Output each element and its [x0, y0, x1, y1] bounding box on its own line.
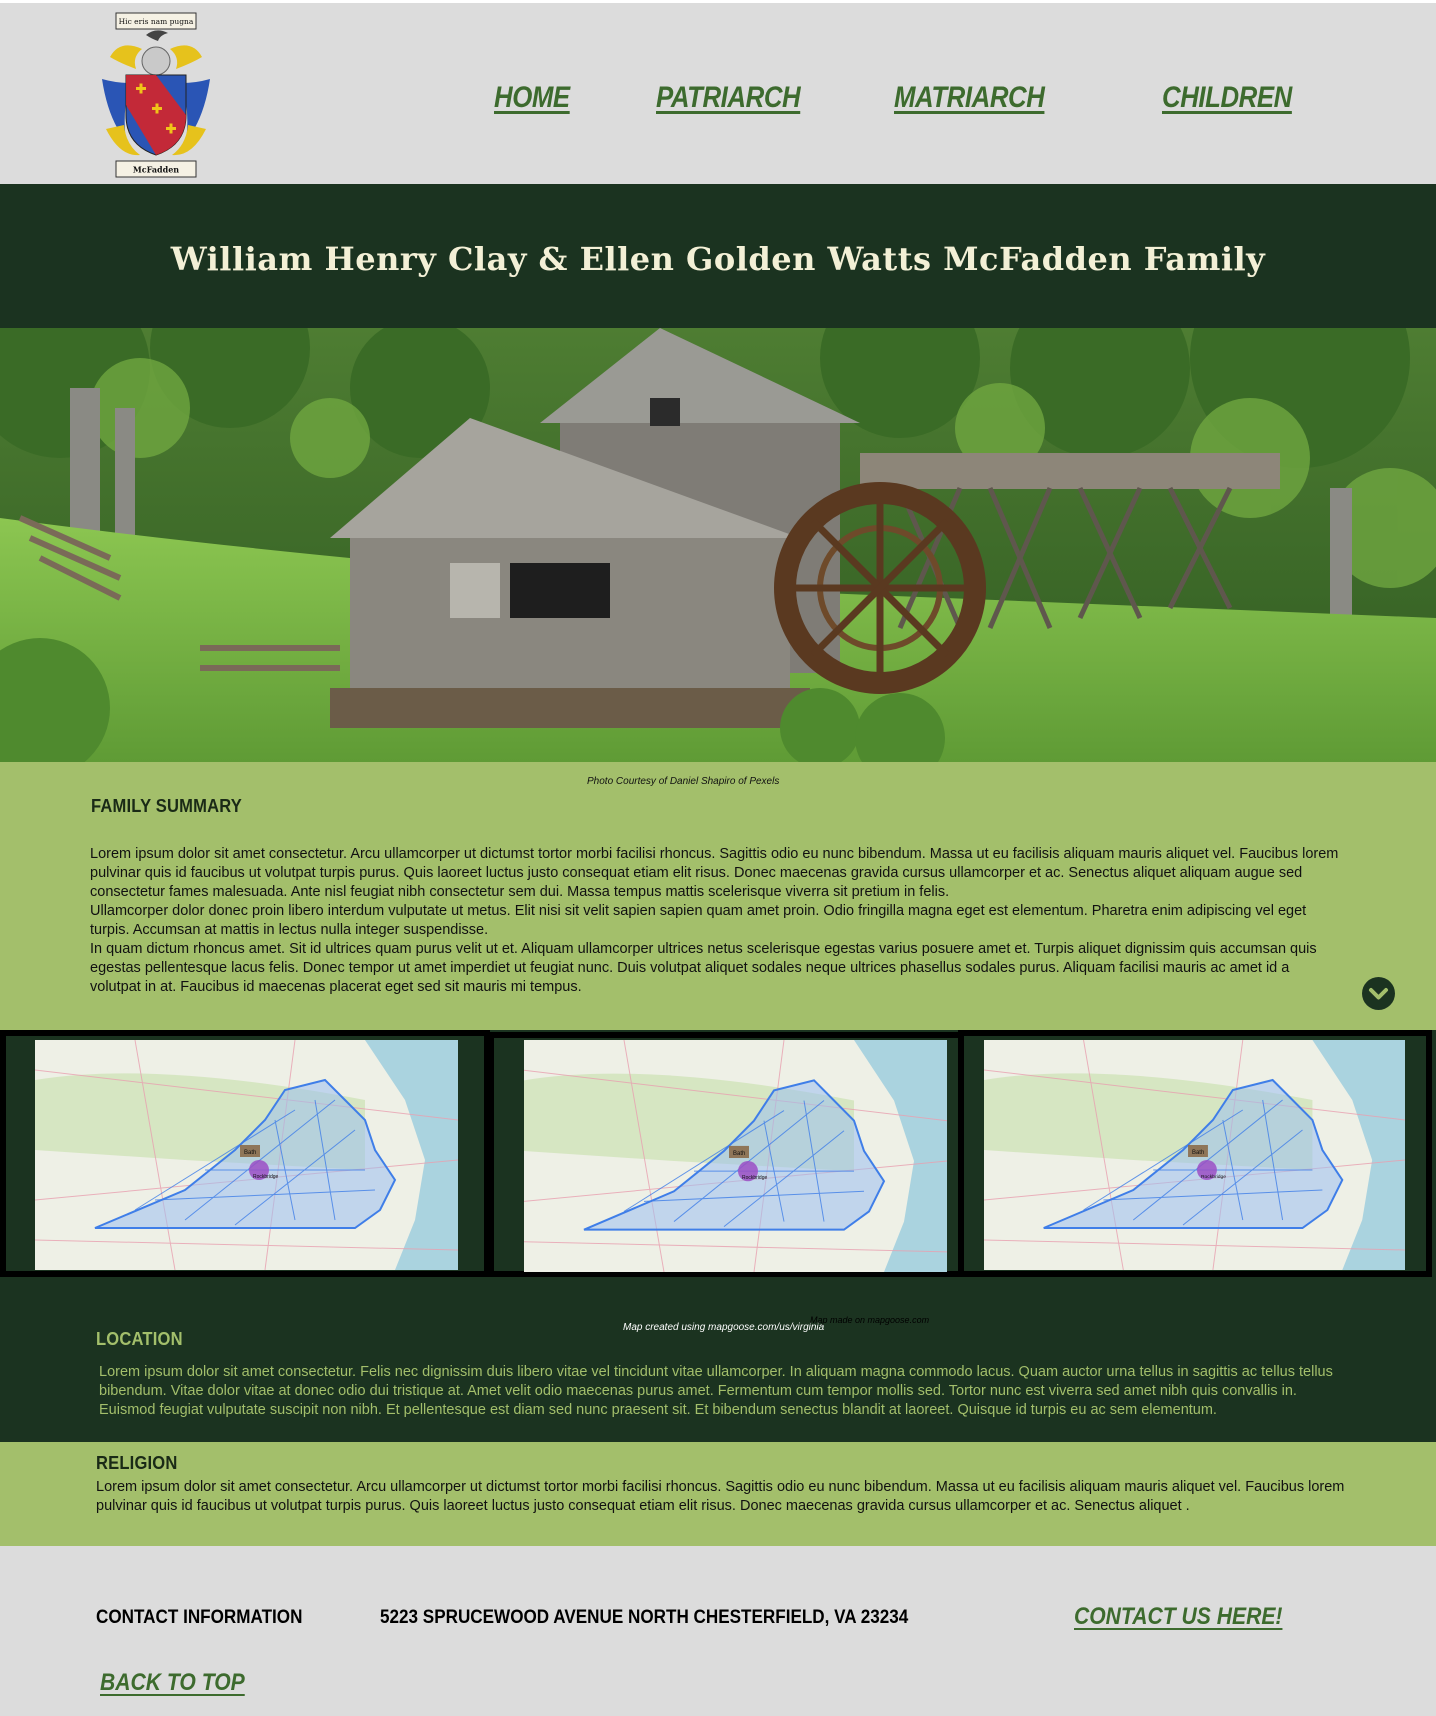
back-to-top-link[interactable]: BACK TO TOP	[100, 1669, 245, 1697]
family-summary-heading: FAMILY SUMMARY	[91, 796, 243, 816]
title-banner: William Henry Clay & Ellen Golden Watts …	[0, 184, 1436, 328]
location-heading: LOCATION	[96, 1329, 183, 1349]
nav-children-link[interactable]: CHILDREN	[1162, 81, 1292, 115]
virginia-map-1[interactable]: Bath Rockbridge	[35, 1040, 458, 1270]
site-header: Hic eris nam pugna McFadden HOME PATRIAR…	[0, 3, 1436, 184]
chevron-down-icon	[1369, 988, 1388, 1000]
map-pin-label-bath: Bath	[1192, 1150, 1204, 1156]
virginia-map-2[interactable]: Bath Rockbridge	[524, 1040, 947, 1272]
map-pin-label-rockbridge: Rockbridge	[253, 1174, 279, 1180]
contact-information-heading: CONTACT INFORMATION	[96, 1607, 303, 1628]
nav-home-link[interactable]: HOME	[494, 81, 570, 115]
map-credit-caption: Map created using mapgoose.com/us/virgin…	[623, 1322, 825, 1333]
scroll-down-button[interactable]	[1362, 977, 1395, 1010]
summary-paragraph: Lorem ipsum dolor sit amet consectetur. …	[90, 846, 1339, 900]
map-pin-label-bath: Bath	[733, 1151, 745, 1157]
family-crest-logo[interactable]: Hic eris nam pugna McFadden	[96, 9, 216, 181]
photo-credit-caption: Photo Courtesy of Daniel Shapiro of Pexe…	[587, 776, 780, 787]
virginia-map-3[interactable]: Bath Rockbridge	[984, 1040, 1405, 1270]
religion-text: Lorem ipsum dolor sit amet consectetur. …	[96, 1479, 1345, 1514]
page-title: William Henry Clay & Ellen Golden Watts …	[170, 240, 1266, 278]
map-pin-label-rockbridge: Rockbridge	[742, 1175, 767, 1181]
map-credit-caption-overlay: Map made on mapgoose.com	[810, 1315, 930, 1325]
summary-paragraph: In quam dictum rhoncus amet. Sit id ultr…	[90, 941, 1317, 995]
map-pin-label-bath: Bath	[244, 1150, 256, 1156]
hero-photo-mill	[0, 328, 1436, 762]
location-text: Lorem ipsum dolor sit amet consectetur. …	[99, 1364, 1333, 1418]
svg-text:McFadden: McFadden	[133, 165, 179, 175]
svg-text:Hic eris nam pugna: Hic eris nam pugna	[119, 17, 194, 26]
contact-address: 5223 SPRUCEWOOD AVENUE NORTH CHESTERFIEL…	[380, 1607, 909, 1628]
map-pin-label-rockbridge: Rockbridge	[1201, 1174, 1226, 1180]
nav-matriarch-link[interactable]: MATRIARCH	[894, 81, 1045, 115]
nav-patriarch-link[interactable]: PATRIARCH	[656, 81, 801, 115]
summary-paragraph: Ullamcorper dolor donec proin libero int…	[90, 903, 1307, 938]
family-summary-text: Lorem ipsum dolor sit amet consectetur. …	[90, 845, 1340, 997]
religion-heading: RELIGION	[96, 1453, 178, 1473]
contact-us-link[interactable]: CONTACT US HERE!	[1074, 1603, 1282, 1631]
